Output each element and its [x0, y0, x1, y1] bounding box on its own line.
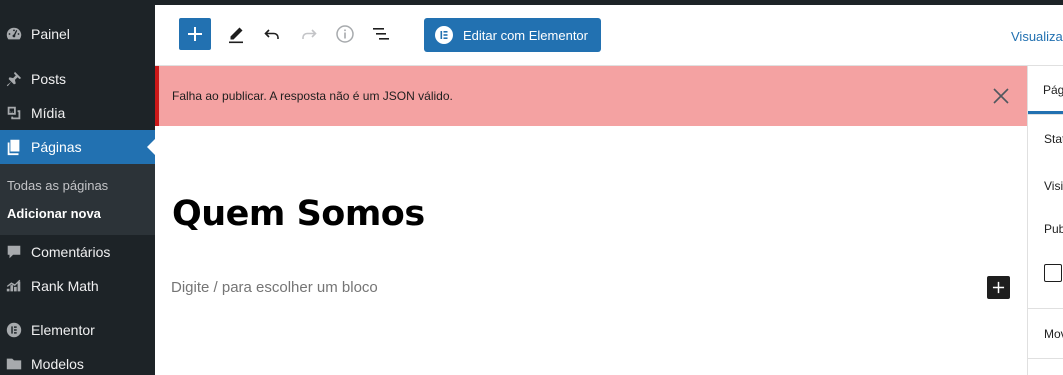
edit-with-elementor-label: Editar com Elementor	[463, 27, 588, 43]
sidebar-item-rank-math[interactable]: Rank Math	[0, 269, 155, 303]
elementor-logo-icon	[435, 26, 453, 44]
publish-label: Publicar	[1044, 222, 1063, 236]
sidebar-item-paginas[interactable]: Páginas	[0, 130, 155, 164]
post-title[interactable]: Quem Somos	[172, 194, 425, 234]
sidebar-item-posts[interactable]: Posts	[0, 62, 155, 96]
elementor-icon	[4, 320, 24, 340]
admin-sidebar: Painel Posts Mídia Páginas Todas as pági…	[0, 0, 155, 375]
sidebar-item-label: Posts	[31, 71, 67, 87]
sidebar-item-label: Páginas	[31, 139, 82, 155]
error-notice: Falha ao publicar. A resposta não é um J…	[155, 66, 1027, 126]
plus-icon	[188, 27, 202, 41]
sidebar-item-label: Painel	[31, 26, 70, 42]
option-checkbox[interactable]	[1044, 264, 1062, 282]
tools-button[interactable]	[220, 18, 252, 50]
visibility-label: Visibilidade	[1044, 179, 1063, 193]
pages-submenu: Todas as páginas Adicionar nova	[0, 164, 155, 235]
settings-sidebar: Página Status Visibilidade Publicar Move…	[1027, 66, 1063, 375]
error-notice-text: Falha ao publicar. A resposta não é um J…	[172, 89, 453, 103]
pages-icon	[4, 137, 24, 157]
list-view-button[interactable]	[365, 18, 397, 50]
undo-button[interactable]	[256, 18, 288, 50]
edit-with-elementor-button[interactable]: Editar com Elementor	[424, 18, 601, 52]
details-button[interactable]	[329, 18, 361, 50]
panel-divider	[1028, 308, 1063, 309]
move-to-trash-label[interactable]: Mover	[1044, 327, 1063, 341]
list-view-icon	[373, 28, 389, 40]
plus-icon	[992, 281, 1005, 294]
close-icon	[993, 88, 1009, 104]
status-label: Status	[1044, 132, 1063, 146]
sidebar-item-comentarios[interactable]: Comentários	[0, 235, 155, 269]
sidebar-item-label: Elementor	[31, 322, 95, 338]
inline-block-inserter[interactable]	[987, 276, 1010, 299]
sidebar-item-midia[interactable]: Mídia	[0, 96, 155, 130]
dashboard-icon	[4, 24, 24, 44]
folder-icon	[4, 354, 24, 374]
tab-page[interactable]: Página	[1043, 83, 1063, 97]
undo-icon	[264, 29, 279, 39]
panel-divider	[1028, 114, 1063, 115]
dismiss-notice-button[interactable]	[990, 85, 1012, 107]
redo-button[interactable]	[293, 18, 325, 50]
sidebar-item-label: Modelos	[31, 356, 84, 372]
sidebar-item-label: Comentários	[31, 244, 111, 260]
default-block-appender[interactable]: Digite / para escolher um bloco	[171, 279, 378, 296]
panel-divider	[1028, 358, 1063, 359]
pin-icon	[4, 69, 24, 89]
sidebar-item-label: Rank Math	[31, 278, 99, 294]
info-icon	[336, 25, 354, 43]
sidebar-item-label: Mídia	[31, 105, 66, 121]
media-icon	[4, 103, 24, 123]
submenu-all-pages[interactable]: Todas as páginas	[7, 178, 108, 193]
comment-icon	[4, 242, 24, 262]
sidebar-item-modelos[interactable]: Modelos	[0, 347, 155, 375]
sidebar-item-painel[interactable]: Painel	[0, 17, 155, 51]
preview-link[interactable]: Visualizar	[1011, 29, 1063, 44]
block-inserter-toggle[interactable]	[179, 18, 211, 50]
sidebar-item-elementor[interactable]: Elementor	[0, 313, 155, 347]
editor-toolbar: Editar com Elementor Visualizar	[155, 5, 1063, 66]
rank-math-icon	[4, 276, 24, 296]
redo-icon	[302, 29, 317, 39]
pencil-icon	[229, 27, 243, 44]
submenu-add-new[interactable]: Adicionar nova	[7, 206, 101, 221]
